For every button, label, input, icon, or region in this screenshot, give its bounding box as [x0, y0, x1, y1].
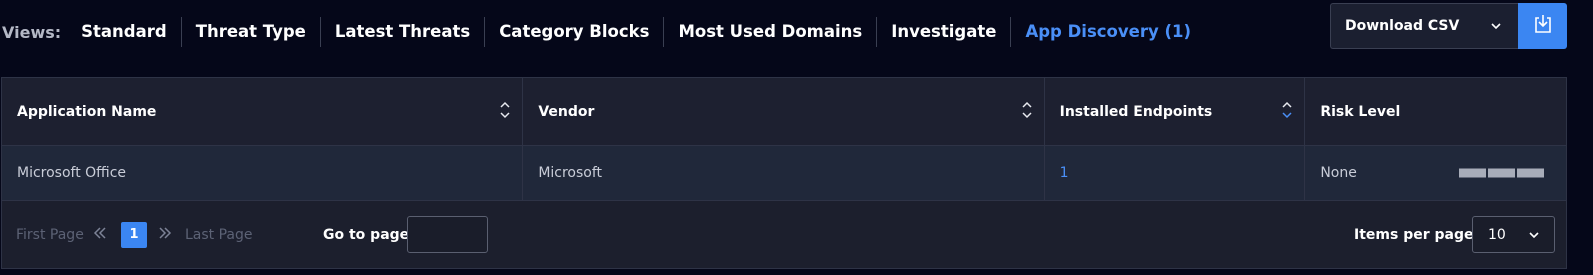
pagination-bar: First Page 1 Last Page Go to page: Items…	[2, 201, 1566, 268]
download-group: Download CSV	[1330, 3, 1567, 49]
page-number-current[interactable]: 1	[121, 221, 147, 248]
views-label: Views:	[2, 22, 62, 42]
risk-meter-segment	[1517, 168, 1544, 178]
items-per-page-select[interactable]: 10	[1472, 216, 1555, 253]
go-to-page-label: Go to page:	[323, 226, 415, 243]
last-page-link[interactable]: Last Page	[185, 227, 253, 243]
view-tab-category-blocks[interactable]: Category Blocks	[485, 17, 665, 47]
table-header-row: Application Name Vendor Installed Endpoi…	[2, 78, 1566, 146]
view-tab-standard[interactable]: Standard	[67, 17, 182, 47]
vendor-value: Microsoft	[538, 165, 603, 181]
first-page-link[interactable]: First Page	[16, 227, 84, 243]
sort-both-icon[interactable]	[500, 101, 510, 123]
view-tab-investigate[interactable]: Investigate	[877, 17, 1012, 47]
double-chevron-right-icon[interactable]	[158, 225, 172, 244]
risk-level-value: None	[1320, 165, 1357, 181]
application-name-value: Microsoft Office	[17, 165, 127, 181]
table-row[interactable]: Microsoft Office Microsoft 1 None	[2, 146, 1566, 201]
sort-both-icon[interactable]	[1022, 101, 1032, 123]
download-icon	[1532, 13, 1554, 39]
app-discovery-table: Application Name Vendor Installed Endpoi…	[1, 77, 1567, 269]
download-format-select[interactable]: Download CSV	[1330, 3, 1518, 49]
installed-endpoints-link[interactable]: 1	[1060, 165, 1069, 181]
sort-desc-icon[interactable]	[1282, 101, 1292, 123]
column-header-label: Vendor	[538, 103, 595, 120]
column-header-label: Application Name	[17, 103, 157, 120]
column-header-vendor[interactable]: Vendor	[523, 78, 1045, 145]
view-tab-latest-threats[interactable]: Latest Threats	[321, 17, 486, 47]
items-per-page-value: 10	[1488, 226, 1506, 243]
risk-meter-segment	[1459, 168, 1486, 178]
column-header-label: Risk Level	[1320, 103, 1401, 120]
column-header-application-name[interactable]: Application Name	[2, 78, 524, 145]
risk-meter-segment	[1488, 168, 1515, 178]
cell-installed-endpoints: 1	[1045, 146, 1306, 200]
column-header-risk-level: Risk Level	[1305, 78, 1566, 145]
cell-vendor: Microsoft	[523, 146, 1045, 200]
items-per-page-label: Items per page:	[1354, 226, 1480, 243]
cell-risk-level: None	[1305, 146, 1566, 200]
cell-application-name: Microsoft Office	[2, 146, 524, 200]
views-bar: Views: Standard Threat Type Latest Threa…	[0, 0, 1320, 64]
risk-level-meter	[1459, 168, 1544, 178]
download-button[interactable]	[1518, 3, 1567, 49]
chevron-down-icon	[1490, 18, 1502, 34]
view-tab-threat-type[interactable]: Threat Type	[182, 17, 321, 47]
column-header-installed-endpoints[interactable]: Installed Endpoints	[1045, 78, 1306, 145]
go-to-page-input[interactable]	[407, 216, 488, 253]
view-tab-most-used-domains[interactable]: Most Used Domains	[664, 17, 878, 47]
download-format-value: Download CSV	[1345, 18, 1460, 34]
double-chevron-left-icon[interactable]	[93, 225, 107, 244]
chevron-down-icon	[1528, 227, 1540, 243]
view-tab-app-discovery[interactable]: App Discovery (1)	[1011, 17, 1205, 47]
column-header-label: Installed Endpoints	[1059, 103, 1213, 120]
